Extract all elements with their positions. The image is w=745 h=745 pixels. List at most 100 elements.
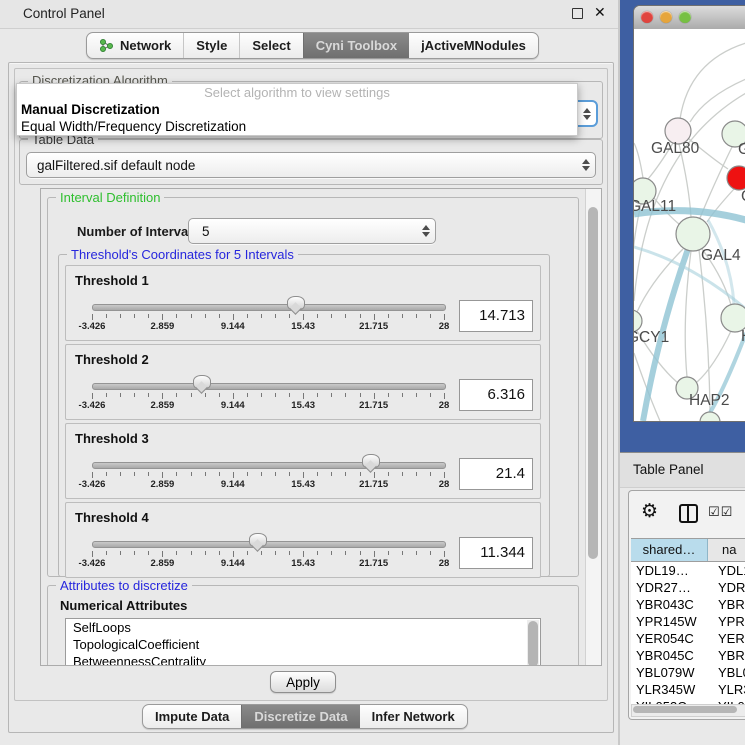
- slider-tick: [106, 393, 107, 397]
- float-window-icon[interactable]: [572, 8, 583, 19]
- cell-name[interactable]: YDL1: [712, 562, 745, 579]
- threshold-value-field[interactable]: 21.4: [459, 458, 533, 490]
- network-edge[interactable]: [634, 143, 643, 178]
- tab-jactivemnodules[interactable]: jActiveMNodules: [409, 33, 538, 58]
- cell-name[interactable]: YBL0: [712, 664, 745, 681]
- table-hscrollbar-thumb[interactable]: [633, 706, 737, 713]
- network-node[interactable]: [727, 166, 745, 190]
- attributes-scrollbar-thumb[interactable]: [528, 621, 538, 666]
- tab-infer-network[interactable]: Infer Network: [360, 705, 467, 728]
- popup-item-manual-discretization[interactable]: Manual Discretization: [17, 101, 577, 118]
- slider-track[interactable]: [92, 462, 446, 469]
- tab-cyni-toolbox[interactable]: Cyni Toolbox: [303, 33, 409, 58]
- network-window[interactable]: GAL80GACGAL11GAL4GCY1HHAP2: [633, 5, 745, 422]
- settings-vertical-scrollbar[interactable]: [585, 189, 601, 665]
- table-row[interactable]: YBR045CYBR0: [631, 647, 745, 664]
- threshold-value-field[interactable]: 6.316: [459, 379, 533, 411]
- slider-thumb[interactable]: [362, 454, 380, 469]
- network-window-titlebar[interactable]: [634, 6, 745, 30]
- slider-track[interactable]: [92, 304, 446, 311]
- apply-button[interactable]: Apply: [270, 671, 336, 693]
- tab-style[interactable]: Style: [183, 33, 239, 58]
- slider-tick: [345, 551, 346, 555]
- table-horizontal-scrollbar[interactable]: [631, 704, 745, 717]
- settings-scrollbar-thumb[interactable]: [588, 207, 598, 559]
- slider-tick: [205, 551, 206, 555]
- slider-tick: [317, 393, 318, 397]
- table-row[interactable]: YLR345WYLR3: [631, 681, 745, 698]
- slider-tick: [331, 551, 332, 555]
- slider-tick: [430, 314, 431, 318]
- close-icon[interactable]: ✕: [594, 4, 606, 21]
- cell-name[interactable]: YDR2: [712, 579, 745, 596]
- popup-item-equal-width-frequency[interactable]: Equal Width/Frequency Discretization: [17, 118, 577, 135]
- slider-tick: [162, 551, 163, 557]
- network-edge[interactable]: [697, 331, 731, 382]
- slider-tick: [191, 472, 192, 476]
- numerical-attributes-list[interactable]: SelfLoopsTopologicalCoefficientBetweenne…: [65, 618, 541, 666]
- slider-thumb[interactable]: [287, 296, 305, 311]
- number-of-intervals-combobox[interactable]: 5: [188, 218, 436, 244]
- network-edge[interactable]: [680, 43, 745, 119]
- attribute-list-item[interactable]: TopologicalCoefficient: [66, 636, 540, 653]
- cell-name[interactable]: YER0: [712, 630, 745, 647]
- cell-shared-name[interactable]: YDR27…: [631, 579, 712, 596]
- mac-close-icon[interactable]: [641, 11, 653, 23]
- table-row[interactable]: YER054CYER0: [631, 630, 745, 647]
- slider-tick: [360, 393, 361, 397]
- cell-name[interactable]: YBR0: [712, 596, 745, 613]
- slider-thumb[interactable]: [249, 533, 267, 548]
- cell-name[interactable]: YLR3: [712, 681, 745, 698]
- table-row[interactable]: YDR27…YDR2: [631, 579, 745, 596]
- table-panel: ⚙ ☑☑ shared… na YDL19…YDL1YDR27…YDR2YBR0…: [628, 490, 745, 720]
- slider-track[interactable]: [92, 541, 446, 548]
- network-canvas[interactable]: GAL80GACGAL11GAL4GCY1HHAP2: [634, 29, 745, 421]
- mac-zoom-icon[interactable]: [679, 11, 691, 23]
- table-row[interactable]: YBR043CYBR0: [631, 596, 745, 613]
- number-of-intervals-label: Number of Intervals: [77, 224, 199, 239]
- table-row[interactable]: YBL079WYBL0: [631, 664, 745, 681]
- control-panel-tabbar: Network Style Select Cyni Toolbox jActiv…: [86, 32, 539, 59]
- table-row[interactable]: YPR145WYPR1: [631, 613, 745, 630]
- tab-impute-data[interactable]: Impute Data: [143, 705, 241, 728]
- table-data-combobox[interactable]: galFiltered.sif default node: [26, 152, 596, 178]
- cell-name[interactable]: YPR1: [712, 613, 745, 630]
- network-node[interactable]: [700, 412, 720, 421]
- slider-thumb[interactable]: [193, 375, 211, 390]
- cell-shared-name[interactable]: YDL19…: [631, 562, 712, 579]
- slider-track[interactable]: [92, 383, 446, 390]
- slider-tick-label: 2.859: [151, 558, 175, 569]
- cell-name[interactable]: YBR0: [712, 647, 745, 664]
- cell-shared-name[interactable]: YER054C: [631, 630, 712, 647]
- table-row[interactable]: YDL19…YDL1: [631, 562, 745, 579]
- threshold-panel: Threshold 3-3.4262.8599.14415.4321.71528…: [65, 423, 541, 499]
- threshold-value-field[interactable]: 14.713: [459, 300, 533, 332]
- mac-minimize-icon[interactable]: [660, 11, 672, 23]
- columns-icon[interactable]: [679, 504, 698, 523]
- cell-shared-name[interactable]: YBR045C: [631, 647, 712, 664]
- network-edge[interactable]: [700, 147, 732, 218]
- threshold-value-field[interactable]: 11.344: [459, 537, 533, 569]
- attribute-list-item[interactable]: BetweennessCentrality: [66, 653, 540, 666]
- slider-tick: [176, 314, 177, 318]
- slider-tick: [219, 314, 220, 318]
- combo-stepper-icon: [417, 225, 435, 237]
- gear-icon[interactable]: ⚙: [641, 500, 658, 523]
- network-edge[interactable]: [690, 79, 745, 122]
- cell-shared-name[interactable]: YBL079W: [631, 664, 712, 681]
- network-edge[interactable]: [699, 250, 710, 412]
- tab-select[interactable]: Select: [239, 33, 302, 58]
- slider-tick: [162, 393, 163, 399]
- tab-network[interactable]: Network: [87, 33, 183, 58]
- network-node[interactable]: [676, 217, 710, 251]
- attributes-scrollbar[interactable]: [527, 620, 539, 666]
- cell-shared-name[interactable]: YBR043C: [631, 596, 712, 613]
- slider-tick-label: 15.43: [291, 400, 315, 411]
- cell-shared-name[interactable]: YPR145W: [631, 613, 712, 630]
- tab-discretize-data[interactable]: Discretize Data: [241, 705, 359, 728]
- cell-shared-name[interactable]: YLR345W: [631, 681, 712, 698]
- column-header-shared-name[interactable]: shared…: [631, 539, 708, 561]
- attribute-list-item[interactable]: SelfLoops: [66, 619, 540, 636]
- checkboxes-icon[interactable]: ☑☑: [708, 504, 733, 520]
- column-header-name[interactable]: na: [708, 539, 745, 561]
